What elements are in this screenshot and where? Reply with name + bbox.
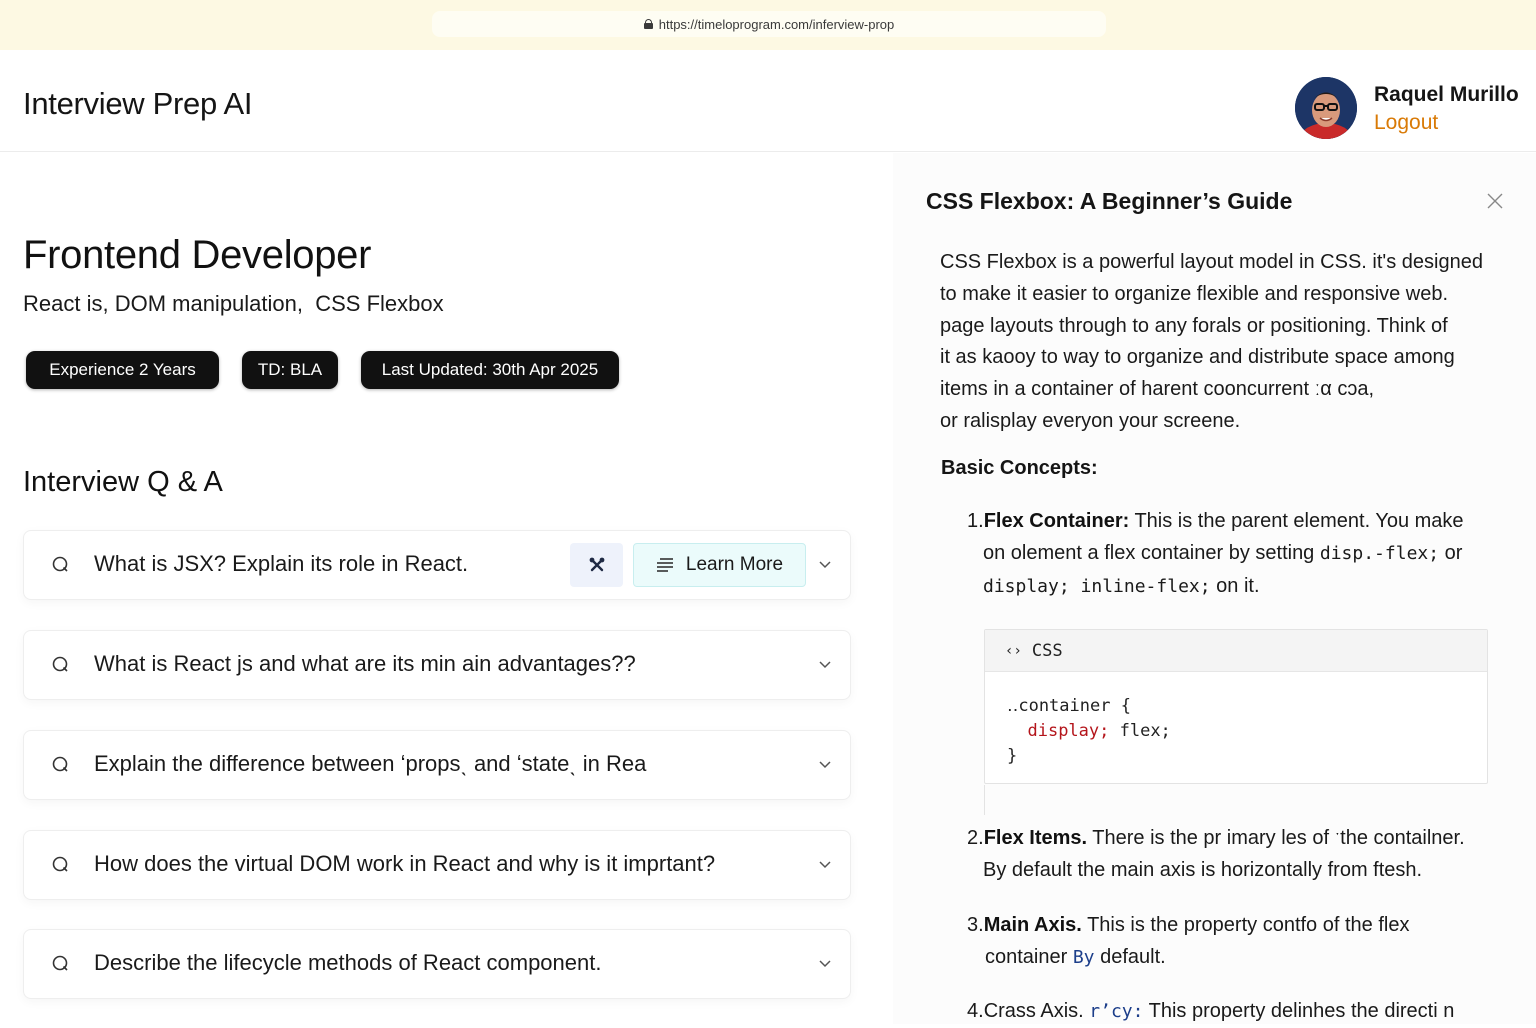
question-card[interactable]: What is JSX? Explain its role in React. …	[23, 530, 851, 600]
pin-button[interactable]	[570, 543, 623, 587]
question-text: What is React js and what are its min ai…	[94, 651, 636, 676]
question-card[interactable]: How does the virtual DOM work in React a…	[23, 830, 851, 900]
item-term: Flex Items.	[983, 827, 1088, 849]
code-block: ‹› CSS ‥container { display; flex; }	[984, 629, 1488, 784]
main-content: Frontend Developer React is, DOM manipul…	[0, 153, 880, 1024]
item-text: default.	[1094, 946, 1166, 968]
item-text: on it.	[1210, 575, 1260, 597]
learn-more-panel: CSS Flexbox: A Beginner’s Guide CSS Flex…	[893, 153, 1536, 1024]
concept-item-3: 3.Main Axis. This is the property contfo…	[967, 909, 1527, 974]
panel-title: CSS Flexbox: A Beginner’s Guide	[926, 188, 1293, 214]
role-title: Frontend Developer	[23, 233, 372, 277]
item-number: 3.	[967, 914, 984, 936]
url-text: https://timeloprogram.com/inferview-prop	[658, 16, 895, 32]
app-header: Interview Prep AI Raquel Murillo Logout	[0, 50, 1536, 152]
text-lines-icon	[656, 558, 673, 572]
item-text: on olement a flex container by setting	[983, 542, 1320, 564]
item-term: Main Axis.	[983, 914, 1082, 936]
code-language: CSS	[1031, 640, 1063, 661]
question-text: What is JSX? Explain its role in React.	[94, 551, 469, 576]
chevron-down-icon[interactable]	[818, 859, 832, 869]
item-text: By default the main axis is horizontally…	[983, 859, 1423, 881]
item-term: Flex Container:	[983, 510, 1130, 532]
question-card[interactable]: Describe the lifecycle methods of React …	[23, 929, 851, 999]
question-icon	[52, 556, 68, 572]
divider	[984, 785, 985, 815]
code-line: }	[1007, 746, 1018, 766]
inline-code: display; inline-flex;	[983, 576, 1211, 597]
code-content: ‥container { display; flex; }	[985, 672, 1487, 769]
inline-code: By	[1072, 947, 1095, 968]
role-topics: React is, DOM manipulation, CSS Flexbox	[23, 291, 444, 316]
concept-item-1: 1.Flex Container: This is the parent ele…	[967, 505, 1527, 603]
chevron-down-icon[interactable]	[818, 759, 832, 769]
item-text: container	[985, 946, 1073, 968]
concept-item-4: 4.Crass Axis. rʼcy: This property delinh…	[967, 995, 1527, 1028]
code-block-header: ‹› CSS	[985, 630, 1487, 672]
qa-section-title: Interview Q & A	[23, 466, 223, 498]
experience-badge: Experience 2 Years	[26, 351, 219, 389]
chevron-down-icon[interactable]	[818, 958, 832, 968]
last-updated-badge: Last Updated: 30th Apr 2025	[361, 351, 619, 389]
panel-intro: CSS Flexbox is a powerful layout model i…	[940, 251, 1483, 432]
code-value: flex;	[1109, 721, 1171, 741]
inline-code: rʼcy:	[1089, 1001, 1144, 1022]
inline-code: disp.-flex;	[1319, 543, 1440, 564]
question-icon	[52, 955, 68, 971]
item-text: This is the parent element. You make	[1129, 510, 1464, 532]
question-text: Describe the lifecycle methods of React …	[94, 950, 602, 975]
learn-more-label: Learn More	[685, 554, 784, 575]
question-text: How does the virtual DOM work in React a…	[94, 851, 716, 876]
code-property: display;	[1027, 721, 1110, 741]
lock-icon	[643, 19, 653, 29]
avatar[interactable]	[1295, 77, 1357, 139]
item-text: This is the property contfo of the flex	[1081, 914, 1410, 936]
concept-item-2: 2.Flex Items. There is the pr imary les …	[967, 822, 1527, 886]
item-number: 4.	[967, 1000, 984, 1022]
basic-concepts-heading: Basic Concepts:	[941, 457, 1098, 479]
item-text: This property delinhes the directi n	[1143, 1000, 1455, 1022]
close-icon[interactable]	[1486, 192, 1504, 210]
question-icon	[52, 656, 68, 672]
url-field[interactable]: https://timeloprogram.com/inferview-prop	[432, 11, 1106, 37]
chevron-down-icon[interactable]	[818, 659, 832, 669]
learn-more-button[interactable]: Learn More	[633, 543, 806, 587]
question-text: Explain the difference between ʻpropsˎ a…	[94, 751, 647, 776]
pin-icon	[589, 557, 604, 572]
code-icon: ‹›	[1005, 642, 1022, 659]
logout-link[interactable]: Logout	[1374, 111, 1438, 135]
question-card[interactable]: Explain the difference between ʻpropsˎ a…	[23, 730, 851, 800]
question-icon	[52, 856, 68, 872]
chevron-down-icon[interactable]	[818, 559, 832, 569]
question-card[interactable]: What is React js and what are its min ai…	[23, 630, 851, 700]
app-title: Interview Prep AI	[23, 86, 253, 121]
user-name: Raquel Murillo	[1374, 83, 1519, 106]
question-icon	[52, 756, 68, 772]
item-text: or	[1439, 542, 1463, 564]
item-number: 1.	[967, 510, 984, 532]
td-badge: TD: BLA	[242, 351, 338, 389]
browser-bar: https://timeloprogram.com/inferview-prop	[0, 0, 1536, 50]
item-number: 2.	[967, 827, 984, 849]
item-text: There is the pr imary les of ˑthe contai…	[1087, 827, 1465, 849]
code-line: ‥container {	[1007, 696, 1131, 716]
item-term: Crass Axis.	[983, 1000, 1090, 1022]
